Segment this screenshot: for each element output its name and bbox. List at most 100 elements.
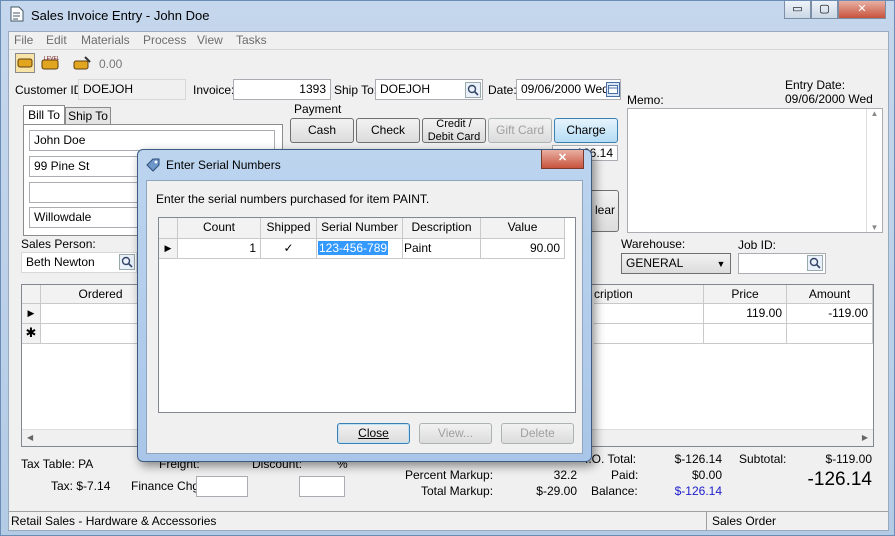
entry-date-value: 09/06/2000 Wed — [785, 92, 873, 106]
total-markup-label: Total Markup: — [421, 484, 494, 498]
clear-button[interactable]: lear — [589, 190, 619, 232]
serial-row-serial[interactable]: 123-456-789 — [317, 239, 403, 259]
serial-row-value[interactable]: 90.00 — [481, 239, 565, 259]
status-bar: Retail Sales - Hardware & Accessories Sa… — [9, 511, 888, 530]
paid-value: $0.00 — [691, 468, 722, 482]
restore-button[interactable]: ▢ — [811, 1, 838, 19]
price-level-icon[interactable] — [15, 53, 35, 73]
scroll-up-icon[interactable]: ▲ — [867, 109, 882, 118]
status-left: Retail Sales - Hardware & Accessories — [11, 514, 217, 528]
finance-charge-field-2[interactable] — [299, 476, 345, 497]
tab-bill-to[interactable]: Bill To — [23, 105, 65, 125]
serial-row-description[interactable]: Paint — [403, 239, 481, 259]
tag-icon — [145, 157, 161, 173]
tax-value: Tax: $-7.14 — [51, 479, 111, 493]
close-button[interactable]: ✕ — [838, 1, 886, 19]
menu-materials[interactable]: Materials — [81, 33, 130, 47]
col-shipped[interactable]: Shipped — [261, 218, 317, 239]
app-icon — [9, 6, 25, 22]
gift-card-button[interactable]: Gift Card — [488, 118, 552, 143]
new-row-icon: ✱ — [22, 324, 41, 344]
row-description[interactable] — [594, 304, 704, 324]
credit-debit-card-button[interactable]: Credit / Debit Card — [422, 118, 486, 143]
window-title: Sales Invoice Entry - John Doe — [31, 8, 210, 23]
serial-numbers-dialog: Enter Serial Numbers ✕ Enter the serial … — [137, 149, 592, 462]
tag-edit-icon[interactable] — [71, 53, 93, 73]
paid-label: Paid: — [611, 468, 639, 482]
address-line-1[interactable]: John Doe — [29, 130, 275, 151]
new-row-cell[interactable] — [704, 324, 787, 344]
search-icon[interactable] — [807, 255, 823, 271]
scroll-left-icon[interactable]: ◀ — [27, 433, 33, 442]
entry-date-label: Entry Date: — [785, 78, 846, 92]
tax-table: Tax Table: PA — [21, 457, 94, 471]
status-divider — [706, 512, 707, 530]
col-description[interactable]: cription — [594, 285, 704, 304]
sales-person-label: Sales Person: — [21, 237, 96, 251]
col-amount[interactable]: Amount — [787, 285, 873, 304]
invoice-field[interactable]: 1393 — [233, 79, 331, 100]
subtotal-value: $-119.00 — [825, 452, 872, 466]
balance-value: $-126.14 — [674, 484, 722, 498]
serial-row-count[interactable]: 1 — [178, 239, 261, 259]
payment-label: Payment — [294, 102, 342, 116]
charge-button[interactable]: Charge — [554, 118, 618, 143]
new-row-cell[interactable] — [787, 324, 873, 344]
grand-total: -126.14 — [807, 469, 872, 490]
menu-file[interactable]: File — [14, 33, 33, 47]
io-total-value: $-126.14 — [674, 452, 722, 466]
delete-button[interactable]: Delete — [501, 423, 574, 444]
new-row-cell[interactable] — [594, 324, 704, 344]
main-window: Sales Invoice Entry - John Doe ▭ ▢ ✕ Fil… — [0, 0, 895, 536]
dialog-close-btn[interactable]: Close — [337, 423, 410, 444]
dialog-instruction: Enter the serial numbers purchased for i… — [156, 192, 430, 206]
chevron-down-icon[interactable]: ▼ — [715, 258, 727, 270]
toolbar-value: 0.00 — [99, 57, 123, 71]
job-id-label: Job ID: — [738, 238, 777, 252]
balance-label: Balance: — [591, 484, 638, 498]
col-value[interactable]: Value — [481, 218, 565, 239]
search-icon[interactable] — [119, 254, 135, 270]
finance-charge-field[interactable] — [196, 476, 248, 497]
row-amount[interactable]: -119.00 — [787, 304, 873, 324]
serial-number-input[interactable]: 123-456-789 — [318, 241, 389, 255]
menu-view[interactable]: View — [197, 33, 223, 47]
serial-row-shipped[interactable]: ✓ — [261, 239, 317, 259]
row-header-corner — [159, 218, 178, 239]
memo-field[interactable] — [627, 108, 883, 233]
minimize-button[interactable]: ▭ — [784, 1, 811, 19]
calendar-icon[interactable] — [606, 82, 620, 97]
col-serial-number[interactable]: Serial Number — [317, 218, 403, 239]
col-description[interactable]: Description — [403, 218, 481, 239]
level-tag-icon[interactable]: LEVEL — [39, 53, 61, 73]
io-total-label: I.O. Total: — [585, 452, 637, 466]
memo-label: Memo: — [627, 93, 664, 107]
memo-scrollbar[interactable]: ▲ ▼ — [866, 109, 882, 232]
menu-process[interactable]: Process — [143, 33, 186, 47]
customer-id-field[interactable]: DOEJOH — [78, 79, 186, 100]
menu-edit[interactable]: Edit — [46, 33, 67, 47]
col-price[interactable]: Price — [704, 285, 787, 304]
dialog-close-button[interactable]: ✕ — [541, 150, 584, 169]
search-icon[interactable] — [465, 82, 481, 98]
tab-ship-to[interactable]: Ship To — [65, 107, 111, 125]
row-indicator-icon: ▶ — [159, 239, 178, 259]
subtotal-label: Subtotal: — [739, 452, 787, 466]
check-button[interactable]: Check — [356, 118, 420, 143]
percent-markup-value: 32.2 — [553, 468, 577, 482]
col-count[interactable]: Count — [178, 218, 261, 239]
warehouse-label: Warehouse: — [621, 237, 686, 251]
total-markup-value: $-29.00 — [536, 484, 577, 498]
scroll-down-icon[interactable]: ▼ — [867, 223, 882, 232]
row-header-corner — [22, 285, 41, 304]
invoice-label: Invoice: — [193, 83, 235, 97]
view-button[interactable]: View... — [419, 423, 492, 444]
row-indicator-icon: ▶ — [22, 304, 41, 324]
ship-to-label: Ship To: — [334, 83, 378, 97]
cash-button[interactable]: Cash — [290, 118, 354, 143]
percent-markup-label: Percent Markup: — [405, 468, 494, 482]
dialog-title: Enter Serial Numbers — [166, 158, 281, 172]
row-price[interactable]: 119.00 — [704, 304, 787, 324]
menu-tasks[interactable]: Tasks — [236, 33, 267, 47]
scroll-right-icon[interactable]: ▶ — [862, 433, 868, 442]
